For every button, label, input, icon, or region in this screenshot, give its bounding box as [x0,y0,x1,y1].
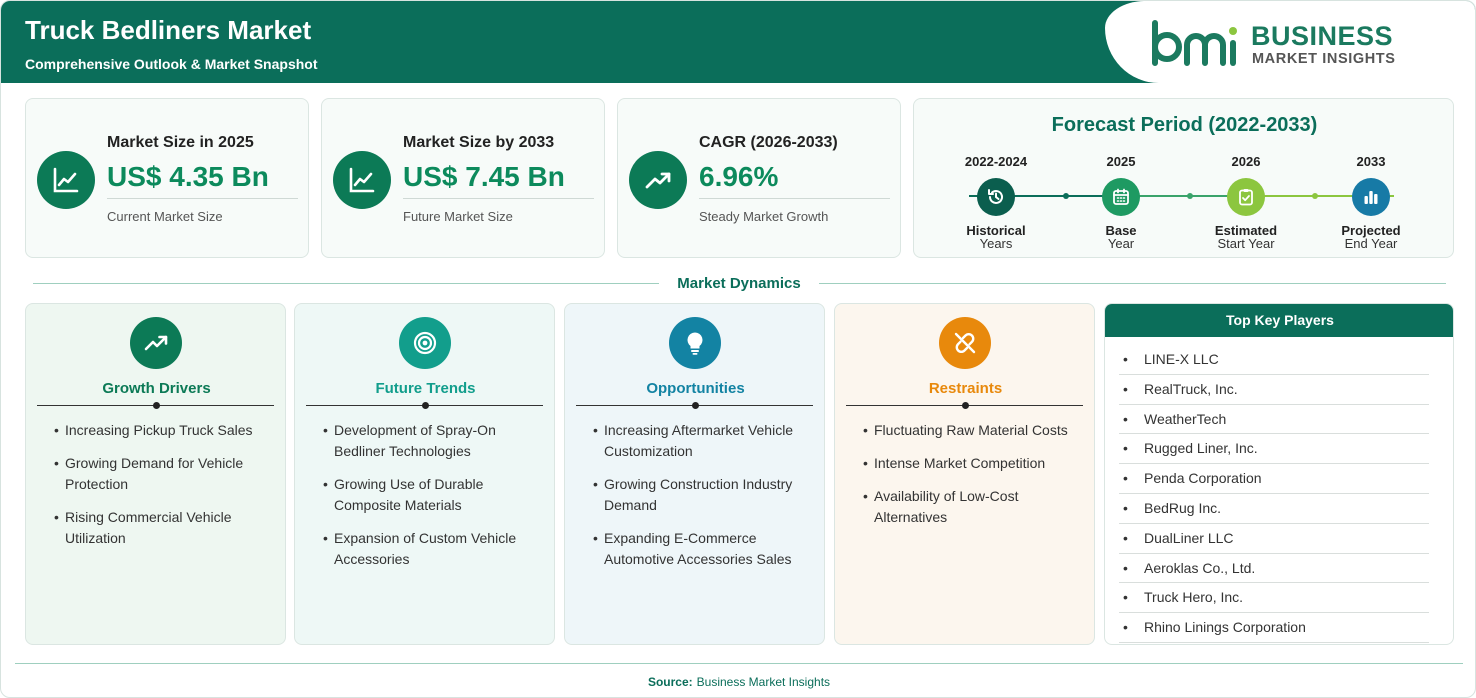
timeline-sublabel: End Year [1344,236,1398,251]
list-item: Increasing Aftermarket Vehicle Customiza… [593,420,818,462]
list-item: Rugged Liner, Inc. [1119,434,1429,465]
stat-caption: Steady Market Growth [699,209,829,224]
list-item: Rhino Linings Corporation [1119,613,1429,643]
divider-dot [692,402,699,409]
source-label: Source: [647,675,693,689]
broken-link-icon [939,317,991,369]
page-subtitle: Comprehensive Outlook & Market Snapshot [25,56,318,72]
calendar-icon [1102,178,1140,216]
forecast-title: Forecast Period (2022-2033) [1051,114,1318,136]
dynamics-card-title: Opportunities [646,380,745,397]
divider-dot [962,402,969,409]
stat-caption: Current Market Size [107,209,223,224]
section-title-market-dynamics: Market Dynamics [661,275,817,292]
divider [403,198,594,199]
divider [699,198,890,199]
dynamics-list: Development of Spray-On Bedliner Technol… [323,420,548,582]
trending-up-icon [130,317,182,369]
list-item: Development of Spray-On Bedliner Technol… [323,420,548,462]
stat-card-cagr: CAGR (2026-2033) 6.96% Steady Market Gro… [617,98,901,258]
list-item: Expanding E-Commerce Automotive Accessor… [593,528,818,570]
list-item: BedRug Inc. [1119,494,1429,524]
key-players-panel: Top Key Players LINE-X LLC RealTruck, In… [1104,303,1454,645]
dynamics-card-title: Future Trends [375,380,476,397]
source-value: Business Market Insights [696,675,831,689]
trending-up-icon [629,151,687,209]
line-chart-icon [37,151,95,209]
key-players-title: Top Key Players [1105,304,1453,337]
page-title: Truck Bedliners Market [25,15,312,45]
list-item: WeatherTech [1119,405,1429,435]
timeline-point-historical: 2022-2024 Historical Years [936,154,1056,251]
dynamics-card-growth-drivers: Growth Drivers Increasing Pickup Truck S… [25,303,286,645]
divider-dot [422,402,429,409]
stat-caption: Future Market Size [403,209,513,224]
stat-card-market-size-2025: Market Size in 2025 US$ 4.35 Bn Current … [25,98,309,258]
key-players-list: LINE-X LLC RealTruck, Inc. WeatherTech R… [1119,345,1429,643]
target-icon [399,317,451,369]
list-item: LINE-X LLC [1119,345,1429,375]
list-item: DualLiner LLC [1119,524,1429,554]
stat-label: Market Size by 2033 [403,134,555,151]
dynamics-card-restraints: Restraints Fluctuating Raw Material Cost… [834,303,1095,645]
list-item: Growing Construction Industry Demand [593,474,818,516]
clipboard-check-icon [1227,178,1265,216]
timeline-sublabel: Years [979,236,1013,251]
list-item: Increasing Pickup Truck Sales [54,420,279,441]
line-chart-icon [333,151,391,209]
history-icon [977,178,1015,216]
stat-card-market-size-2033: Market Size by 2033 US$ 7.45 Bn Future M… [321,98,605,258]
footer-divider [15,663,1463,664]
list-item: RealTruck, Inc. [1119,375,1429,405]
timeline-point-base: 2025 Base Year [1061,154,1181,251]
bar-chart-icon [1352,178,1390,216]
list-item: Expansion of Custom Vehicle Accessories [323,528,548,570]
dynamics-list: Increasing Aftermarket Vehicle Customiza… [593,420,818,582]
stat-label: CAGR (2026-2033) [699,134,838,151]
list-item: Fluctuating Raw Material Costs [863,420,1088,441]
dynamics-card-title: Restraints [928,380,1003,397]
stat-label: Market Size in 2025 [107,134,254,151]
timeline-year: 2033 [1356,154,1386,169]
logo-wordmark-market-insights: MARKET INSIGHTS [1252,51,1396,67]
forecast-panel: Forecast Period (2022-2033) 2022-2024 Hi… [913,98,1454,258]
list-item: Growing Demand for Vehicle Protection [54,453,279,495]
list-item: Growing Use of Durable Composite Materia… [323,474,548,516]
section-divider [33,283,659,284]
divider [107,198,298,199]
source-note: Source: Business Market Insights [1,675,1475,689]
timeline-sublabel: Start Year [1217,236,1275,251]
timeline-point-estimated: 2026 Estimated Start Year [1186,154,1306,251]
stat-value: US$ 4.35 Bn [107,161,269,192]
stat-value: US$ 7.45 Bn [403,161,565,192]
stat-value: 6.96% [699,161,779,192]
list-item: Truck Hero, Inc. [1119,583,1429,614]
timeline-sublabel: Year [1107,236,1135,251]
dynamics-card-opportunities: Opportunities Increasing Aftermarket Veh… [564,303,825,645]
logo-wordmark-business: BUSINESS [1251,21,1394,51]
dynamics-card-title: Growth Drivers [102,380,211,397]
timeline-year: 2022-2024 [964,154,1028,169]
infographic: Truck Bedliners Market Comprehensive Out… [0,0,1476,698]
timeline-year: 2026 [1231,154,1261,169]
list-item: Rising Commercial Vehicle Utilization [54,507,279,549]
timeline-point-projected: 2033 Projected End Year [1311,154,1431,251]
list-item: Availability of Low-Cost Alternatives [863,486,1088,528]
dynamics-list: Fluctuating Raw Material Costs Intense M… [863,420,1088,540]
list-item: Intense Market Competition [863,453,1088,474]
timeline-year: 2025 [1106,154,1136,169]
list-item: Penda Corporation [1119,464,1429,494]
dynamics-card-future-trends: Future Trends Development of Spray-On Be… [294,303,555,645]
dynamics-list: Increasing Pickup Truck Sales Growing De… [54,420,279,561]
lightbulb-icon [669,317,721,369]
bmi-logo-icon [1152,20,1237,66]
section-divider [819,283,1446,284]
divider-dot [153,402,160,409]
list-item: Aeroklas Co., Ltd. [1119,554,1429,584]
